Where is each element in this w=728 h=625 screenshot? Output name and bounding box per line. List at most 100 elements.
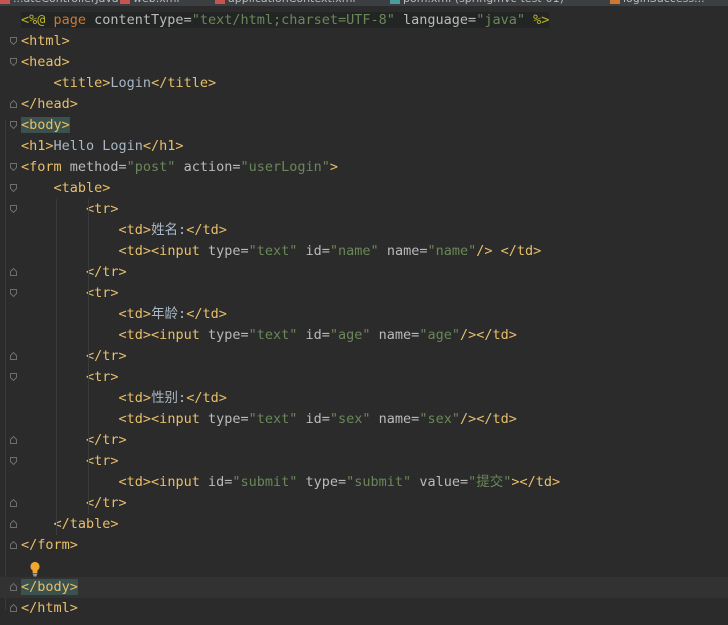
indent-guide xyxy=(88,283,89,304)
code-line[interactable]: <%@ page contentType="text/html;charset=… xyxy=(0,10,728,31)
fold-marker-icon[interactable] xyxy=(10,163,17,171)
fold-marker-icon[interactable] xyxy=(10,121,17,129)
code-text: <form method="post" action="userLogin"> xyxy=(21,159,338,175)
code-token: %> xyxy=(524,12,550,28)
code-token: Login xyxy=(110,75,152,91)
code-token: "text" xyxy=(248,411,298,427)
code-line[interactable]: <tr> xyxy=(0,199,728,220)
code-line[interactable]: </head> xyxy=(0,94,728,115)
fold-marker-icon[interactable] xyxy=(10,499,17,507)
code-token: </td> xyxy=(186,306,227,322)
code-token: <body> xyxy=(21,117,70,133)
code-line[interactable]: </tr> xyxy=(0,493,728,514)
editor-tab[interactable]: pom.xml (springmvc-test-01) xyxy=(390,0,564,6)
fold-marker-icon[interactable] xyxy=(10,436,17,444)
indent-guide xyxy=(88,367,89,388)
code-line[interactable]: </table> xyxy=(0,514,728,535)
code-text: <tr> xyxy=(21,453,119,469)
indent-guide xyxy=(56,283,57,304)
code-text: <td><input type="text" id="age" name="ag… xyxy=(21,327,517,343)
code-line[interactable]: <form method="post" action="userLogin"> xyxy=(0,157,728,178)
code-line[interactable]: <h1>Hello Login</h1> xyxy=(0,136,728,157)
fold-marker-icon[interactable] xyxy=(10,520,17,528)
fold-marker-icon[interactable] xyxy=(10,583,17,591)
code-line[interactable]: <td>性别:</td> xyxy=(0,388,728,409)
code-token: </td> xyxy=(186,222,227,238)
indent-guide xyxy=(56,367,57,388)
fold-marker-icon[interactable] xyxy=(10,289,17,297)
code-token: /></td> xyxy=(459,411,517,427)
fold-marker-icon[interactable] xyxy=(10,352,17,360)
code-token: <tr> xyxy=(86,369,119,385)
code-text: <td>姓名:</td> xyxy=(21,222,227,238)
code-token: "text" xyxy=(248,243,298,259)
indent-guide xyxy=(56,409,57,430)
fold-marker-icon[interactable] xyxy=(10,268,17,276)
xml-file-icon xyxy=(215,0,225,4)
fold-marker-icon[interactable] xyxy=(10,100,17,108)
code-line[interactable]: <html> xyxy=(0,31,728,52)
code-line[interactable]: </tr> xyxy=(0,262,728,283)
code-line[interactable]: </tr> xyxy=(0,346,728,367)
code-editor[interactable]: ...ateControllerJava web.xml applicationCo… xyxy=(0,0,728,625)
fold-marker-icon[interactable] xyxy=(10,58,17,66)
code-text: <td><input type="text" id="name" name="n… xyxy=(21,243,542,259)
code-text: </tr> xyxy=(21,432,127,448)
editor-tab[interactable]: loginSuccess... xyxy=(610,0,705,6)
code-line[interactable]: <td><input type="text" id="age" name="ag… xyxy=(0,325,728,346)
editor-tab[interactable]: applicationContext.xml xyxy=(215,0,356,6)
fold-marker-icon[interactable] xyxy=(10,184,17,192)
code-line[interactable]: </form> xyxy=(0,535,728,556)
fold-marker-icon[interactable] xyxy=(10,205,17,213)
code-line[interactable]: <body> xyxy=(0,115,728,136)
code-text: </tr> xyxy=(21,264,127,280)
code-text: <table> xyxy=(21,180,111,196)
fold-marker-icon[interactable] xyxy=(10,604,17,612)
code-token: </tr> xyxy=(86,495,127,511)
indent-guide xyxy=(88,430,89,451)
fold-marker-icon[interactable] xyxy=(10,457,17,465)
fold-marker-icon[interactable] xyxy=(10,373,17,381)
code-line[interactable]: <tr> xyxy=(0,367,728,388)
code-line[interactable]: <td><input type="text" id="sex" name="se… xyxy=(0,409,728,430)
editor-tab-label: ...ateControllerJava xyxy=(13,0,119,5)
code-token: </title> xyxy=(151,75,217,91)
code-line[interactable]: <td><input id="submit" type="submit" val… xyxy=(0,472,728,493)
editor-tab[interactable]: web.xml xyxy=(120,0,180,6)
code-token: "age" xyxy=(329,327,371,343)
code-text: <tr> xyxy=(21,285,119,301)
code-line[interactable]: <tr> xyxy=(0,451,728,472)
lightbulb-icon[interactable] xyxy=(29,561,41,577)
indent-guide xyxy=(56,472,57,493)
code-line[interactable]: </body> xyxy=(0,577,728,598)
code-line[interactable]: </html> xyxy=(0,598,728,619)
code-line[interactable] xyxy=(0,556,728,577)
code-line[interactable]: <td>姓名:</td> xyxy=(0,220,728,241)
code-line[interactable]: <head> xyxy=(0,52,728,73)
code-token: "age" xyxy=(419,327,460,343)
code-token: "post" xyxy=(126,159,176,175)
code-token: type= xyxy=(297,474,347,490)
code-line[interactable]: <td><input type="text" id="name" name="n… xyxy=(0,241,728,262)
code-line[interactable]: <table> xyxy=(0,178,728,199)
code-text: <td><input type="text" id="sex" name="se… xyxy=(21,411,517,427)
code-token: "sex" xyxy=(329,411,371,427)
code-token: </tr> xyxy=(86,432,127,448)
fold-marker-icon[interactable] xyxy=(10,37,17,45)
code-text: <title>Login</title> xyxy=(21,75,217,91)
code-text: <tr> xyxy=(21,369,119,385)
code-line[interactable]: </tr> xyxy=(0,430,728,451)
code-line[interactable]: <td>年龄:</td> xyxy=(0,304,728,325)
code-line[interactable]: <tr> xyxy=(0,283,728,304)
code-line[interactable]: <title>Login</title> xyxy=(0,73,728,94)
code-area[interactable]: <%@ page contentType="text/html;charset=… xyxy=(0,10,728,619)
indent-guide xyxy=(88,346,89,367)
code-token: <td><input xyxy=(118,411,200,427)
code-token: <tr> xyxy=(86,453,119,469)
fold-marker-icon[interactable] xyxy=(10,541,17,549)
code-token: name= xyxy=(378,243,428,259)
